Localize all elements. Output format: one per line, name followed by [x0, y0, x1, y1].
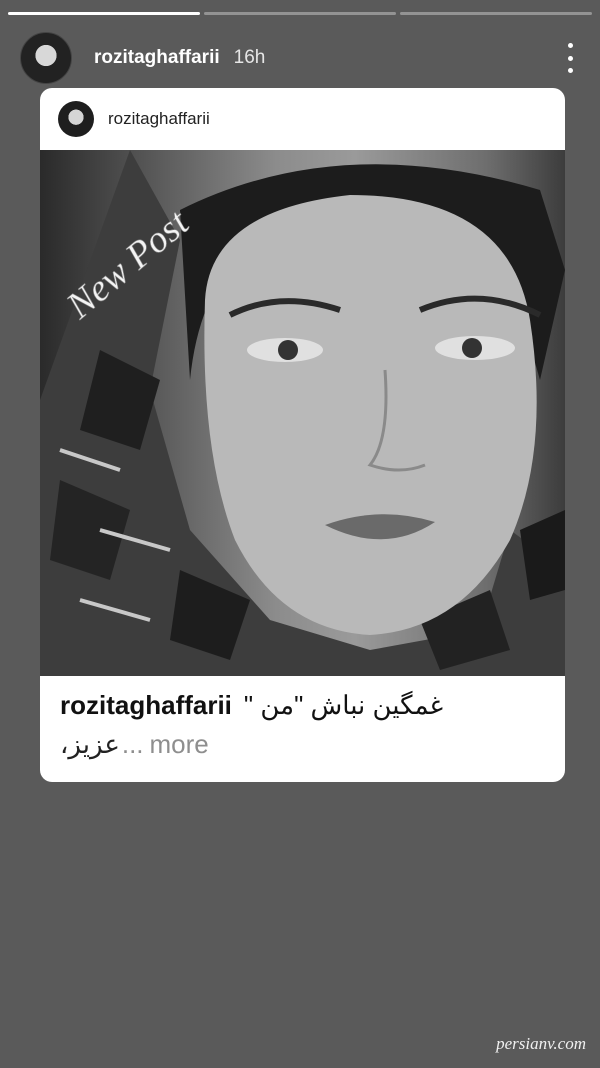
more-vertical-icon[interactable] — [560, 41, 580, 75]
story-progress-bar — [8, 12, 592, 15]
watermark: persianv.com — [496, 1034, 586, 1053]
post-image[interactable]: New Post — [40, 150, 565, 676]
progress-segment — [204, 12, 396, 15]
caption-ellipsis: ... — [121, 729, 144, 759]
progress-segment — [400, 12, 592, 15]
story-header: rozitaghaffarii 16h — [20, 30, 580, 86]
post-header: rozitaghaffarii — [40, 88, 565, 150]
more-link[interactable]: more — [150, 729, 209, 760]
new-post-overlay: New Post — [58, 201, 198, 328]
story-timestamp: 16h — [233, 47, 266, 68]
caption-continuation: عزیز، — [60, 729, 120, 759]
post-caption: rozitaghaffarii غمگین نباش "من " عزیز، .… — [60, 690, 545, 760]
story-username[interactable]: rozitaghaffarii — [94, 47, 220, 69]
avatar[interactable] — [20, 32, 72, 84]
shared-post-card[interactable]: rozitaghaffarii New Post rozitaghaffarii… — [40, 88, 565, 782]
caption-username[interactable]: rozitaghaffarii — [60, 690, 232, 721]
progress-segment — [8, 12, 200, 15]
post-avatar[interactable] — [58, 101, 94, 137]
caption-text: غمگین نباش "من " — [243, 690, 444, 720]
post-username[interactable]: rozitaghaffarii — [108, 109, 210, 129]
new-post-text: New Post — [58, 201, 198, 328]
